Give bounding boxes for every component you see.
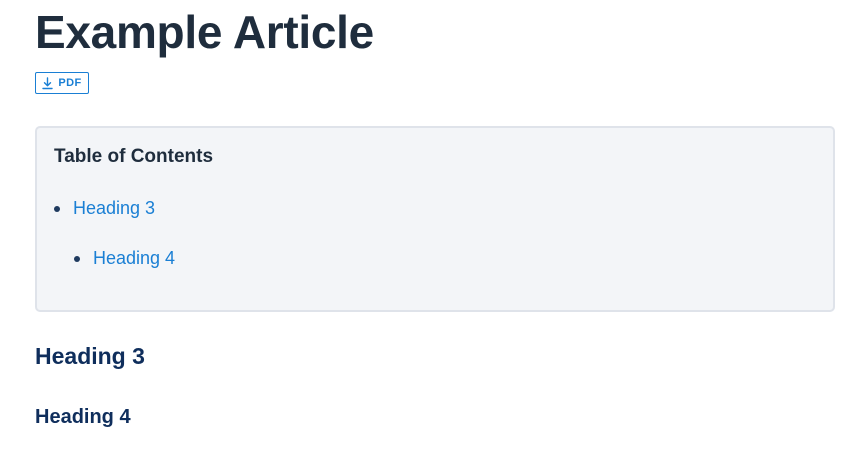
toc-link-heading-3[interactable]: Heading 3 [73, 198, 155, 219]
toc-list-item: Heading 3 [54, 198, 155, 219]
pdf-button-label: PDF [58, 77, 82, 89]
section-heading-4: Heading 4 [35, 406, 131, 428]
table-of-contents: Table of Contents Heading 3 Heading 4 [35, 126, 835, 312]
section-heading-3: Heading 3 [35, 343, 145, 369]
pdf-download-button[interactable]: PDF [35, 72, 89, 94]
bullet-icon [74, 255, 80, 262]
toc-list-item: Heading 4 [74, 248, 175, 269]
download-icon [42, 76, 54, 90]
toc-link-heading-4[interactable]: Heading 4 [93, 248, 175, 269]
bullet-icon [54, 205, 60, 212]
page: Example Article PDF Table of Contents He… [0, 0, 862, 452]
toc-title: Table of Contents [54, 146, 214, 167]
page-title: Example Article [35, 6, 374, 58]
